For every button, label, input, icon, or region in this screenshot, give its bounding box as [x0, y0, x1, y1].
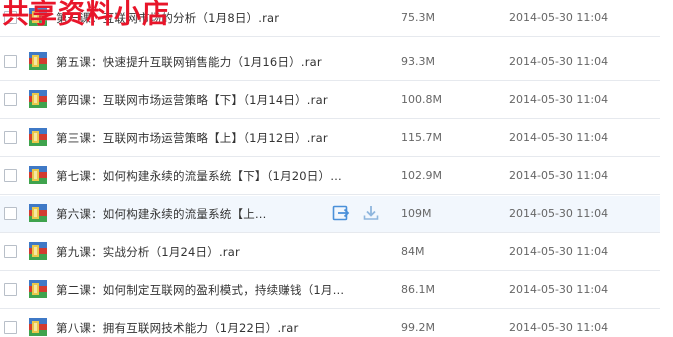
archive-file-icon — [29, 318, 47, 336]
archive-file-icon — [29, 90, 47, 108]
archive-file-icon — [29, 166, 47, 184]
row-checkbox[interactable] — [4, 131, 17, 144]
file-name[interactable]: 第三课：互联网市场运营策略【上】（1月12日）.rar — [56, 130, 328, 146]
row-checkbox[interactable] — [4, 93, 17, 106]
file-size: 102.9M — [401, 169, 442, 182]
file-name[interactable]: 第八课：拥有互联网技术能力（1月22日）.rar — [56, 320, 298, 336]
file-name[interactable]: 第七课：如何构建永续的流量系统【下】（1月20日）… — [56, 168, 342, 184]
row-checkbox[interactable] — [4, 169, 17, 182]
file-size: 86.1M — [401, 283, 435, 296]
file-name[interactable]: 第五课：快速提升互联网销售能力（1月16日）.rar — [56, 54, 322, 70]
file-size: 84M — [401, 245, 425, 258]
row-checkbox[interactable] — [4, 55, 17, 68]
file-row[interactable]: 第五课：快速提升互联网销售能力（1月16日）.rar 93.3M 2014-05… — [0, 44, 660, 81]
row-checkbox[interactable] — [4, 321, 17, 334]
file-list: 第一课：互联网市场的分析（1月8日）.rar 75.3M 2014-05-30 … — [0, 0, 673, 337]
file-name[interactable]: 第二课：如何制定互联网的盈利模式，持续赚钱（1月… — [56, 282, 344, 298]
row-checkbox[interactable] — [4, 283, 17, 296]
file-date: 2014-05-30 11:04 — [509, 321, 609, 334]
file-size: 75.3M — [401, 11, 435, 24]
row-checkbox[interactable] — [4, 207, 17, 220]
file-name[interactable]: 第九课：实战分析（1月24日）.rar — [56, 244, 240, 260]
file-row[interactable]: 第八课：拥有互联网技术能力（1月22日）.rar 99.2M 2014-05-3… — [0, 310, 660, 337]
file-row[interactable]: 第四课：互联网市场运营策略【下】（1月14日）.rar 100.8M 2014-… — [0, 82, 660, 119]
file-date: 2014-05-30 11:04 — [509, 11, 609, 24]
file-size: 100.8M — [401, 93, 442, 106]
file-row[interactable]: 第三课：互联网市场运营策略【上】（1月12日）.rar 115.7M 2014-… — [0, 120, 660, 157]
file-row[interactable]: 第九课：实战分析（1月24日）.rar 84M 2014-05-30 11:04 — [0, 234, 660, 271]
file-date: 2014-05-30 11:04 — [509, 131, 609, 144]
archive-file-icon — [29, 52, 47, 70]
file-name[interactable]: 第六课：如何构建永续的流量系统【上… — [56, 206, 267, 222]
row-checkbox[interactable] — [4, 245, 17, 258]
watermark-text: 共享资料小店 — [2, 0, 170, 30]
archive-file-icon — [29, 204, 47, 222]
share-icon[interactable] — [331, 203, 351, 223]
file-size: 109M — [401, 207, 432, 220]
file-size: 115.7M — [401, 131, 442, 144]
file-date: 2014-05-30 11:04 — [509, 169, 609, 182]
archive-file-icon — [29, 242, 47, 260]
file-name[interactable]: 第四课：互联网市场运营策略【下】（1月14日）.rar — [56, 92, 328, 108]
file-size: 93.3M — [401, 55, 435, 68]
file-date: 2014-05-30 11:04 — [509, 55, 609, 68]
file-date: 2014-05-30 11:04 — [509, 245, 609, 258]
file-date: 2014-05-30 11:04 — [509, 93, 609, 106]
download-icon[interactable] — [361, 203, 381, 223]
file-date: 2014-05-30 11:04 — [509, 283, 609, 296]
file-row[interactable]: 第七课：如何构建永续的流量系统【下】（1月20日）… 102.9M 2014-0… — [0, 158, 660, 195]
file-date: 2014-05-30 11:04 — [509, 207, 609, 220]
archive-file-icon — [29, 128, 47, 146]
file-size: 99.2M — [401, 321, 435, 334]
file-row-hovered[interactable]: 第六课：如何构建永续的流量系统【上… 109M 2014-05-30 11:04 — [0, 196, 660, 233]
archive-file-icon — [29, 280, 47, 298]
file-row[interactable]: 第二课：如何制定互联网的盈利模式，持续赚钱（1月… 86.1M 2014-05-… — [0, 272, 660, 309]
